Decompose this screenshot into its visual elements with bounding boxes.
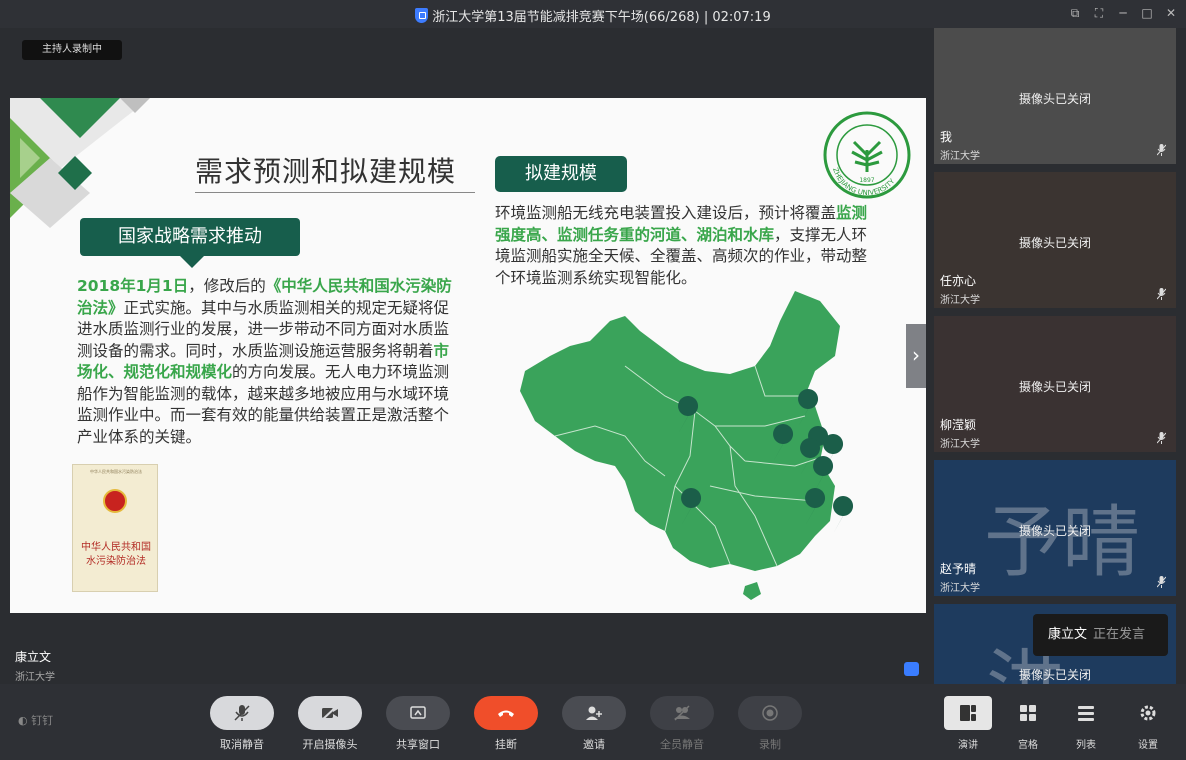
recording-badge: 主持人录制中 (22, 40, 122, 60)
meeting-toolbar: ◐ 钉钉 取消静音 开启摄像头 共享窗口 挂断 邀请 全员静音 录制 演讲 宫格… (0, 684, 1186, 760)
camera-off-label: 摄像头已关闭 (1018, 524, 1091, 538)
share-window-icon[interactable]: ⧉ (1066, 4, 1084, 22)
dingtalk-brand: ◐ 钉钉 (18, 714, 54, 727)
mic-muted-icon (1157, 432, 1166, 444)
participant-org: 浙江大学 (940, 151, 980, 162)
camera-off-label: 摄像头已关闭 (1018, 236, 1091, 250)
mic-muted-icon (1157, 144, 1166, 156)
national-emblem-icon (103, 489, 127, 513)
dingtalk-icon: ◐ (18, 714, 28, 727)
active-speaker-name: 康立文 (15, 650, 52, 664)
camera-off-label: 摄像头已关闭 (1018, 380, 1091, 394)
participant-name: 任亦心 (940, 274, 977, 288)
minimize-button[interactable]: ─ (1114, 4, 1132, 22)
participant-org: 浙江大学 (940, 583, 980, 594)
slide-title: 需求预测和拟建规模 (195, 155, 457, 188)
invite-button[interactable]: 邀请 (562, 696, 626, 752)
participant-org: 浙江大学 (940, 439, 980, 450)
mic-muted-icon (1157, 288, 1166, 300)
camera-off-label: 摄像头已关闭 (1018, 92, 1091, 106)
hang-up-button[interactable]: 挂断 (474, 696, 538, 752)
hang-up-icon (498, 710, 514, 717)
participant-name: 赵予晴 (940, 562, 977, 576)
mute-all-button[interactable]: 全员静音 (650, 696, 714, 752)
scale-paragraph: 环境监测船无线充电装置投入建设后，预计将覆盖监测强度高、监测任务重的河道、湖泊和… (495, 204, 868, 287)
camera-button[interactable]: 开启摄像头 (298, 696, 362, 752)
camera-off-label: 摄像头已关闭 (1018, 668, 1091, 682)
mic-muted-icon (1157, 576, 1166, 588)
fullscreen-icon[interactable]: ⛶ (1090, 4, 1108, 22)
mic-muted-icon (234, 705, 250, 721)
participant-org: 浙江大学 (940, 295, 980, 306)
shield-lock-icon (415, 8, 429, 23)
maximize-button[interactable]: □ (1138, 4, 1156, 22)
title-underline (195, 192, 475, 193)
book-title: 中华人民共和国 水污染防治法 (81, 542, 151, 567)
view-list-button[interactable]: 列表 (1062, 696, 1110, 751)
zhejiang-university-logo: 1897 ZHEJIANG UNIVERSITY (823, 111, 911, 199)
active-speaker-org: 浙江大学 (15, 672, 55, 683)
next-slide-button[interactable]: › (906, 324, 926, 388)
participant-name: 柳滢颖 (940, 418, 977, 432)
share-window-button[interactable]: 共享窗口 (386, 696, 450, 752)
participant-tile[interactable]: 摄像头已关闭 任亦心 浙江大学 (934, 172, 1176, 308)
window-title: 浙江大学第13届节能减排竞赛下午场(66/268) | 02:07:19 (0, 6, 1186, 25)
speaking-toast: 康立文 正在发言 (1033, 614, 1168, 656)
participant-tile[interactable]: 摄像头已关闭 柳滢颖 浙江大学 (934, 316, 1176, 452)
grid-layout-icon (1020, 705, 1036, 721)
section-tag-strategy: 国家战略需求推动 (80, 218, 300, 268)
view-grid-button[interactable]: 宫格 (1004, 696, 1052, 751)
participant-tile[interactable]: 摄像头已关闭 我 浙江大学 (934, 28, 1176, 164)
logo-year: 1897 (859, 177, 874, 184)
main-stage: 主持人录制中 需求预测和拟建规模 国家战略需求推动 拟建规模 2018年1月1日… (0, 28, 934, 684)
speaker-layout-icon (960, 705, 976, 721)
section-tag-scale: 拟建规模 (495, 156, 627, 192)
view-speaker-button[interactable]: 演讲 (944, 696, 992, 751)
share-screen-icon (410, 706, 426, 719)
list-layout-icon (1078, 706, 1094, 721)
record-icon (762, 705, 778, 721)
shared-slide: 需求预测和拟建规模 国家战略需求推动 拟建规模 2018年1月1日，修改后的《中… (10, 98, 926, 613)
participant-tile[interactable]: 予晴 摄像头已关闭 赵予晴 浙江大学 (934, 460, 1176, 596)
add-user-icon (586, 706, 602, 720)
participant-name: 我 (940, 130, 953, 144)
settings-button[interactable]: 设置 (1124, 696, 1172, 751)
title-bar: 浙江大学第13届节能减排竞赛下午场(66/268) | 02:07:19 ⧉ ⛶… (0, 0, 1186, 28)
close-button[interactable]: ✕ (1162, 4, 1180, 22)
camera-off-icon (321, 705, 338, 721)
unmute-button[interactable]: 取消静音 (210, 696, 274, 752)
chat-icon[interactable] (904, 662, 919, 676)
record-button[interactable]: 录制 (738, 696, 802, 752)
china-map (520, 291, 854, 600)
law-book-cover: 中华人民共和国水污染防治法 中华人民共和国 水污染防治法 (72, 464, 158, 592)
gear-icon (1140, 705, 1156, 721)
window-controls: ⧉ ⛶ ─ □ ✕ (1066, 4, 1180, 22)
mute-all-icon (674, 705, 690, 721)
map-marker (833, 496, 854, 534)
strategy-paragraph: 2018年1月1日，修改后的《中华人民共和国水污染防治法》正式实施。其中与水质监… (77, 277, 452, 446)
corner-decoration (10, 98, 150, 228)
